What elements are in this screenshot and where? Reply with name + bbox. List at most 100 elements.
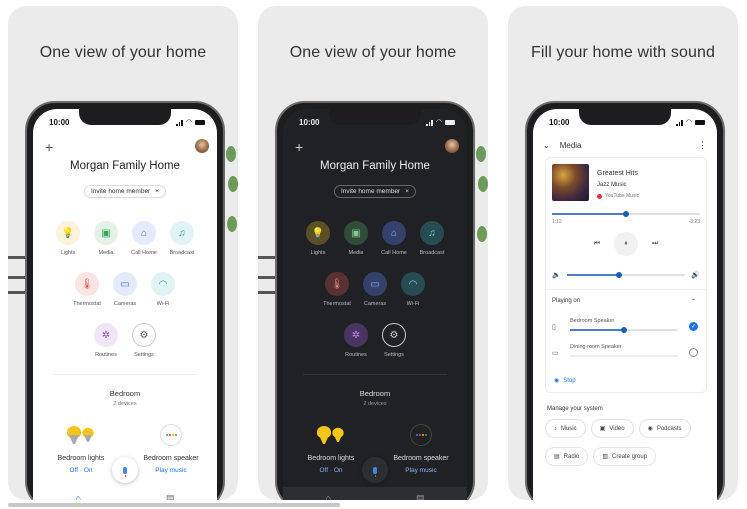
tile-label: Broadcast bbox=[169, 250, 195, 256]
call-home-icon: ⌂ bbox=[132, 221, 156, 245]
status-time: 10:00 bbox=[299, 118, 320, 127]
unselected-radio-icon[interactable] bbox=[689, 348, 698, 357]
pill-video[interactable]: ▣ Video bbox=[590, 419, 634, 438]
tile-lights[interactable]: 💡 Lights bbox=[55, 221, 81, 256]
headline: Fill your home with sound bbox=[531, 44, 715, 61]
horizontal-scrollbar[interactable] bbox=[8, 503, 340, 507]
tile-broadcast[interactable]: ♫ Broadcast bbox=[169, 221, 195, 256]
soundbar-icon: ▭ bbox=[552, 350, 559, 357]
device-bedroom-speaker[interactable]: Bedroom speaker Play music bbox=[131, 421, 211, 474]
pill-label: Podcasts bbox=[656, 425, 682, 432]
tile-thermostat[interactable]: 🌡 Thermostat bbox=[73, 272, 101, 307]
play-music-link[interactable]: Play music bbox=[131, 467, 211, 474]
device-name: Bedroom lights bbox=[307, 455, 355, 462]
add-icon[interactable]: + bbox=[295, 139, 303, 155]
tile-cameras[interactable]: ▭ Cameras bbox=[112, 272, 138, 307]
close-icon[interactable]: × bbox=[405, 188, 409, 195]
tile-thermostat[interactable]: 🌡 Thermostat bbox=[323, 272, 351, 307]
tile-media[interactable]: ▣ Media bbox=[343, 221, 369, 256]
tile-wi-fi[interactable]: ◠ Wi-Fi bbox=[400, 272, 426, 307]
more-vert-icon[interactable]: ⋮ bbox=[698, 140, 707, 151]
wi-fi-icon: ◠ bbox=[151, 272, 175, 296]
tile-settings[interactable]: ⚙ Settings bbox=[131, 323, 157, 358]
chevron-down-icon[interactable]: ⌄ bbox=[543, 141, 550, 150]
speaker-volume-slider[interactable] bbox=[570, 327, 678, 333]
feed-tab-icon[interactable]: ▤ bbox=[416, 493, 425, 501]
lights-toggle[interactable]: Off · On bbox=[291, 467, 371, 474]
divider bbox=[53, 374, 197, 375]
pill-radio[interactable]: ▤ Radio bbox=[545, 447, 589, 466]
phone-frame: 10:00 ◠ + Morgan Family Home Invite home… bbox=[275, 101, 475, 500]
invite-home-member-chip[interactable]: Invite home member × bbox=[333, 185, 417, 198]
headline: One view of your home bbox=[39, 44, 207, 61]
pause-button[interactable]: ⏸ bbox=[614, 232, 638, 256]
assistant-mic-button[interactable] bbox=[362, 457, 388, 483]
tile-routines[interactable]: ✲ Routines bbox=[93, 323, 119, 358]
thermostat-icon: 🌡 bbox=[75, 272, 99, 296]
pill-create-group[interactable]: ▥ Create group bbox=[593, 447, 657, 466]
volume-up-icon[interactable]: 🔊 bbox=[691, 271, 700, 279]
album-art bbox=[552, 164, 589, 201]
volume-slider[interactable] bbox=[566, 272, 686, 278]
tile-routines[interactable]: ✲ Routines bbox=[343, 323, 369, 358]
tile-row-2: 🌡 Thermostat ▭ Cameras ◠ Wi-Fi bbox=[283, 272, 467, 307]
close-icon[interactable]: × bbox=[155, 188, 159, 195]
assistant-mic-button[interactable] bbox=[112, 457, 138, 483]
tile-lights[interactable]: 💡 Lights bbox=[305, 221, 331, 256]
bulb-icon bbox=[291, 421, 371, 449]
tile-media[interactable]: ▣ Media bbox=[93, 221, 119, 256]
podcasts-icon: ◉ bbox=[647, 426, 653, 432]
tile-cameras[interactable]: ▭ Cameras bbox=[362, 272, 388, 307]
selected-check-icon[interactable]: ✓ bbox=[689, 322, 698, 331]
speaker-row-bedroom[interactable]: ▯ Bedroom Speaker ✓ bbox=[552, 318, 698, 340]
tile-label: Wi-Fi bbox=[156, 301, 170, 307]
now-playing-card: Greatest Hits Jazz Music YouTube Music 1… bbox=[545, 157, 707, 393]
tile-broadcast[interactable]: ♫ Broadcast bbox=[419, 221, 445, 256]
device-bedroom-lights[interactable]: Bedroom lights Off · On bbox=[291, 421, 371, 474]
lights-icon: 💡 bbox=[306, 221, 330, 245]
notch bbox=[579, 109, 671, 125]
tile-label: Media bbox=[98, 250, 114, 256]
pill-row-1: ♪ Music ▣ Video ◉ Podcasts bbox=[545, 419, 707, 438]
tile-call-home[interactable]: ⌂ Call Home bbox=[381, 221, 407, 256]
home-tab-icon[interactable]: ⌂ bbox=[326, 493, 331, 500]
settings-icon: ⚙ bbox=[382, 323, 406, 347]
routines-icon: ✲ bbox=[94, 323, 118, 347]
screenshot-card-light: One view of your home 10:00 ◠ + Morgan F… bbox=[8, 6, 238, 500]
chevron-up-icon[interactable]: ⌃ bbox=[691, 298, 696, 305]
pill-podcasts[interactable]: ◉ Podcasts bbox=[638, 419, 691, 438]
battery-icon bbox=[445, 119, 455, 125]
tile-label: Call Home bbox=[381, 250, 407, 256]
tile-label: Thermostat bbox=[73, 301, 101, 307]
playing-on-header[interactable]: Playing on ⌃ bbox=[552, 298, 696, 305]
tile-wi-fi[interactable]: ◠ Wi-Fi bbox=[150, 272, 176, 307]
speaker-volume-slider[interactable] bbox=[570, 355, 678, 357]
add-icon[interactable]: + bbox=[45, 139, 53, 155]
avatar[interactable] bbox=[445, 139, 459, 153]
status-time: 10:00 bbox=[49, 118, 70, 127]
next-icon[interactable]: ⏭ bbox=[652, 240, 658, 248]
avatar[interactable] bbox=[195, 139, 209, 153]
room-device-count: 2 devices bbox=[113, 401, 137, 407]
lights-toggle[interactable]: Off · On bbox=[41, 467, 121, 474]
status-icons: ◠ bbox=[176, 118, 205, 126]
device-bedroom-speaker[interactable]: Bedroom speaker Play music bbox=[381, 421, 461, 474]
playing-on-label: Playing on bbox=[552, 298, 581, 304]
status-time: 10:00 bbox=[549, 118, 570, 127]
tile-settings[interactable]: ⚙ Settings bbox=[381, 323, 407, 358]
feed-tab-icon[interactable]: ▤ bbox=[166, 493, 175, 501]
chip-label: Invite home member bbox=[90, 188, 151, 195]
device-bedroom-lights[interactable]: Bedroom lights Off · On bbox=[41, 421, 121, 474]
tile-call-home[interactable]: ⌂ Call Home bbox=[131, 221, 157, 256]
divider bbox=[303, 374, 447, 375]
previous-icon[interactable]: ⏮ bbox=[594, 240, 600, 248]
invite-home-member-chip[interactable]: Invite home member × bbox=[83, 185, 167, 198]
progress-slider[interactable] bbox=[552, 211, 700, 217]
pill-music[interactable]: ♪ Music bbox=[545, 419, 586, 438]
volume-down-icon[interactable]: 🔈 bbox=[552, 271, 561, 279]
screenshot-card-media: Fill your home with sound 10:00 ◠ ⌄ Medi… bbox=[508, 6, 738, 500]
speaker-row-dining[interactable]: ▭ Dining room Speaker bbox=[552, 344, 698, 366]
play-music-link[interactable]: Play music bbox=[381, 467, 461, 474]
stop-button[interactable]: ◉ Stop bbox=[554, 377, 576, 385]
home-tab-icon[interactable]: ⌂ bbox=[76, 493, 81, 500]
